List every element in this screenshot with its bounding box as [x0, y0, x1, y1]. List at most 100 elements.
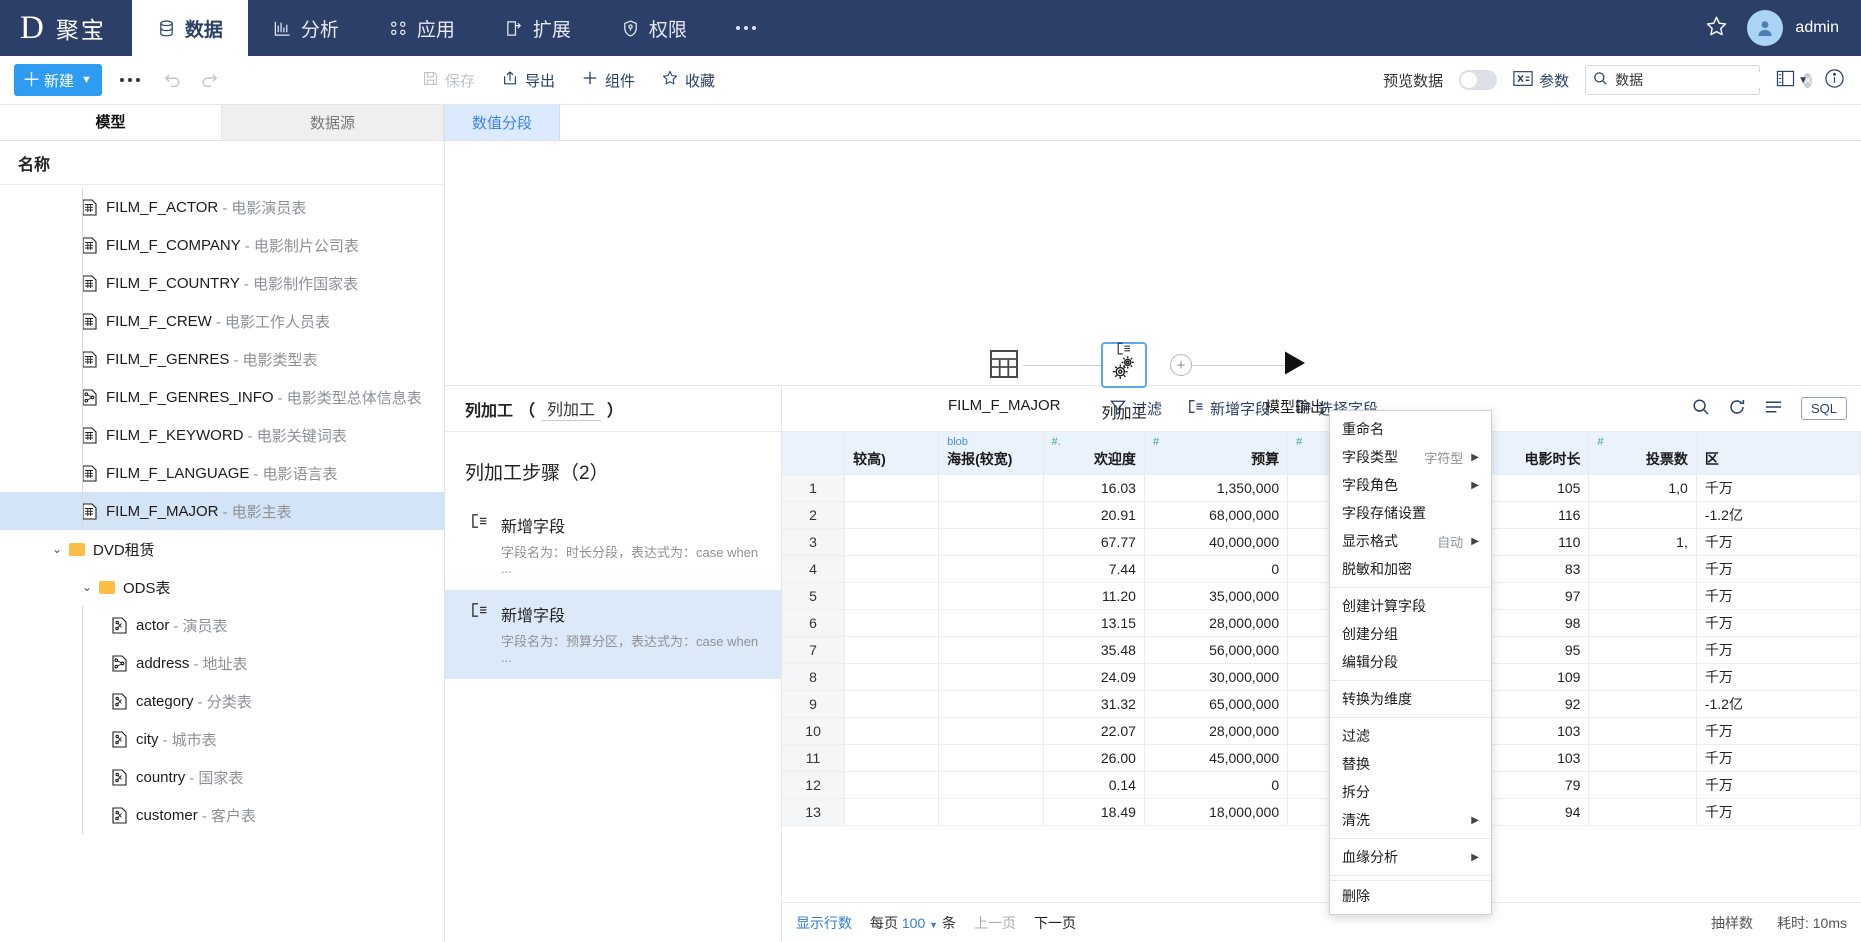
tree-item-film-f-keyword[interactable]: FILM_F_KEYWORD - 电影关键词表 — [0, 416, 444, 454]
export-button[interactable]: 导出 — [501, 69, 555, 91]
user-menu[interactable]: admin — [1747, 10, 1839, 46]
context-menu-item[interactable]: 字段角色 ▶ — [1330, 471, 1491, 499]
table-cell[interactable]: 千万 — [1696, 474, 1861, 502]
tree-item-film-f-actor[interactable]: FILM_F_ACTOR - 电影演员表 — [0, 188, 444, 226]
step-name-input[interactable]: 列加工 — [541, 396, 602, 421]
favorite-button[interactable]: 收藏 — [661, 69, 715, 91]
table-cell[interactable] — [938, 744, 1044, 772]
toolbar-more-button[interactable] — [118, 78, 142, 82]
table-cell[interactable]: 35,000,000 — [1144, 582, 1289, 610]
column-header[interactable]: 较高) — [844, 432, 940, 475]
table-cell[interactable] — [844, 636, 940, 664]
table-row[interactable]: 1318.4918,000,00062,646,76394千万 — [782, 798, 1861, 826]
column-header[interactable]: # 预算 — [1144, 432, 1289, 475]
table-cell[interactable]: 千万 — [1696, 528, 1861, 556]
add-field-button[interactable]: 新增字段 — [1188, 398, 1270, 419]
model-canvas[interactable]: FILM_F_MAJOR 列加工 + 模型输出 — [445, 141, 1861, 422]
tree-item-address[interactable]: address - 地址表 — [0, 644, 444, 682]
table-cell[interactable] — [844, 771, 940, 799]
table-cell[interactable] — [938, 690, 1044, 718]
tree-item-film-f-country[interactable]: FILM_F_COUNTRY - 电影制作国家表 — [0, 264, 444, 302]
table-cell[interactable] — [1588, 582, 1697, 610]
table-cell[interactable] — [1588, 690, 1697, 718]
tab-numeric-segment[interactable]: 数值分段 — [445, 105, 560, 140]
table-cell[interactable] — [1588, 798, 1697, 826]
table-cell[interactable]: 千万 — [1696, 771, 1861, 799]
search-icon[interactable] — [1692, 398, 1710, 420]
table-cell[interactable]: 1, — [1588, 528, 1697, 556]
column-header[interactable]: #. 欢迎度 — [1043, 432, 1145, 475]
table-cell[interactable]: 千万 — [1696, 798, 1861, 826]
table-cell[interactable]: 千万 — [1696, 744, 1861, 772]
next-page-button[interactable]: 下一页 — [1034, 913, 1076, 933]
table-cell[interactable] — [938, 609, 1044, 637]
table-cell[interactable]: 56,000,000 — [1144, 636, 1289, 664]
table-cell[interactable] — [938, 582, 1044, 610]
table-cell[interactable]: 1,350,000 — [1144, 474, 1289, 502]
table-cell[interactable]: 26.00 — [1043, 744, 1145, 772]
table-cell[interactable]: 30,000,000 — [1144, 663, 1289, 691]
table-cell[interactable]: 13.15 — [1043, 609, 1145, 637]
table-row[interactable]: 116.031,350,0003,897,5691051,0千万 — [782, 474, 1861, 502]
tree-item-film-f-crew[interactable]: FILM_F_CREW - 电影工作人员表 — [0, 302, 444, 340]
info-button[interactable] — [1824, 68, 1845, 93]
canvas-node-output[interactable]: 模型输出 — [1265, 348, 1325, 417]
tree-item-dvd-[interactable]: ⌄ DVD租赁 — [0, 530, 444, 568]
tree-item-film-f-genres-info[interactable]: FILM_F_GENRES_INFO - 电影类型总体信息表 — [0, 378, 444, 416]
table-cell[interactable] — [1588, 744, 1697, 772]
table-cell[interactable]: 0 — [1144, 555, 1289, 583]
table-cell[interactable]: 40,000,000 — [1144, 528, 1289, 556]
tree-item-category[interactable]: category - 分类表 — [0, 682, 444, 720]
table-cell[interactable]: 31.32 — [1043, 690, 1145, 718]
table-cell[interactable]: 65,000,000 — [1144, 690, 1289, 718]
show-rows-link[interactable]: 显示行数 — [796, 913, 852, 933]
tree-item-film-f-genres[interactable]: FILM_F_GENRES - 电影类型表 — [0, 340, 444, 378]
search-box[interactable]: ✕ — [1585, 65, 1813, 95]
table-row[interactable]: 47.440083千万 — [782, 555, 1861, 583]
context-menu-item[interactable]: 血缘分析 ▶ — [1330, 843, 1491, 871]
table-cell[interactable]: 千万 — [1696, 609, 1861, 637]
tree-item-customer[interactable]: customer - 客户表 — [0, 796, 444, 834]
tree-item-city[interactable]: city - 城市表 — [0, 720, 444, 758]
new-button[interactable]: ＋ 新建 ▼ — [14, 64, 102, 96]
table-cell[interactable]: 0.14 — [1043, 771, 1145, 799]
table-cell[interactable] — [938, 771, 1044, 799]
refresh-icon[interactable] — [1728, 398, 1746, 420]
table-cell[interactable] — [844, 609, 940, 637]
tree-item-film-f-major[interactable]: FILM_F_MAJOR - 电影主表 — [0, 492, 444, 530]
table-cell[interactable]: 千万 — [1696, 555, 1861, 583]
table-row[interactable]: 1126.0045,000,00050,871,113103千万 — [782, 744, 1861, 772]
table-cell[interactable]: 68,000,000 — [1144, 501, 1289, 529]
tree-item-country[interactable]: country - 国家表 — [0, 758, 444, 796]
context-menu-item[interactable]: 清洗 ▶ — [1330, 806, 1491, 834]
context-menu-item[interactable]: 脱敏和加密 — [1330, 555, 1491, 583]
table-cell[interactable]: 0 — [1144, 771, 1289, 799]
list-icon[interactable] — [1764, 399, 1783, 419]
table-cell[interactable] — [1588, 555, 1697, 583]
table-cell[interactable] — [938, 798, 1044, 826]
brand[interactable]: D 聚宝 — [0, 0, 132, 56]
table-cell[interactable]: 千万 — [1696, 717, 1861, 745]
table-cell[interactable]: 28,000,000 — [1144, 609, 1289, 637]
step-item[interactable]: 新增字段 字段名为：时长分段，表达式为：case when ... — [445, 501, 781, 590]
table-cell[interactable] — [938, 555, 1044, 583]
table-row[interactable]: 824.0930,000,00095,714,875109千万 — [782, 663, 1861, 691]
column-header[interactable]: 区 — [1696, 432, 1861, 475]
add-node-button[interactable]: + — [1170, 354, 1192, 376]
context-menu-item[interactable]: 删除 — [1330, 880, 1491, 910]
table-cell[interactable]: 11.20 — [1043, 582, 1145, 610]
context-menu-item[interactable]: 编辑分段 — [1330, 648, 1491, 676]
table-cell[interactable] — [844, 663, 940, 691]
table-cell[interactable]: 18,000,000 — [1144, 798, 1289, 826]
context-menu-item[interactable]: 过滤 — [1330, 722, 1491, 750]
table-row[interactable]: 1022.0728,000,00038,159,905103千万 — [782, 717, 1861, 745]
table-cell[interactable]: -1.2亿 — [1696, 690, 1861, 718]
column-header[interactable]: # 投票数 — [1588, 432, 1697, 475]
step-item[interactable]: 新增字段 字段名为：预算分区，表达式为：case when ... — [445, 590, 781, 679]
table-cell[interactable] — [938, 501, 1044, 529]
preview-data-toggle[interactable] — [1459, 70, 1498, 90]
layout-toggle-button[interactable]: ▼ — [1776, 70, 1808, 91]
undo-icon[interactable] — [160, 69, 182, 91]
canvas-node-source[interactable]: FILM_F_MAJOR — [948, 349, 1061, 414]
table-row[interactable]: 931.3265,000,00071,154,59292-1.2亿 — [782, 690, 1861, 718]
